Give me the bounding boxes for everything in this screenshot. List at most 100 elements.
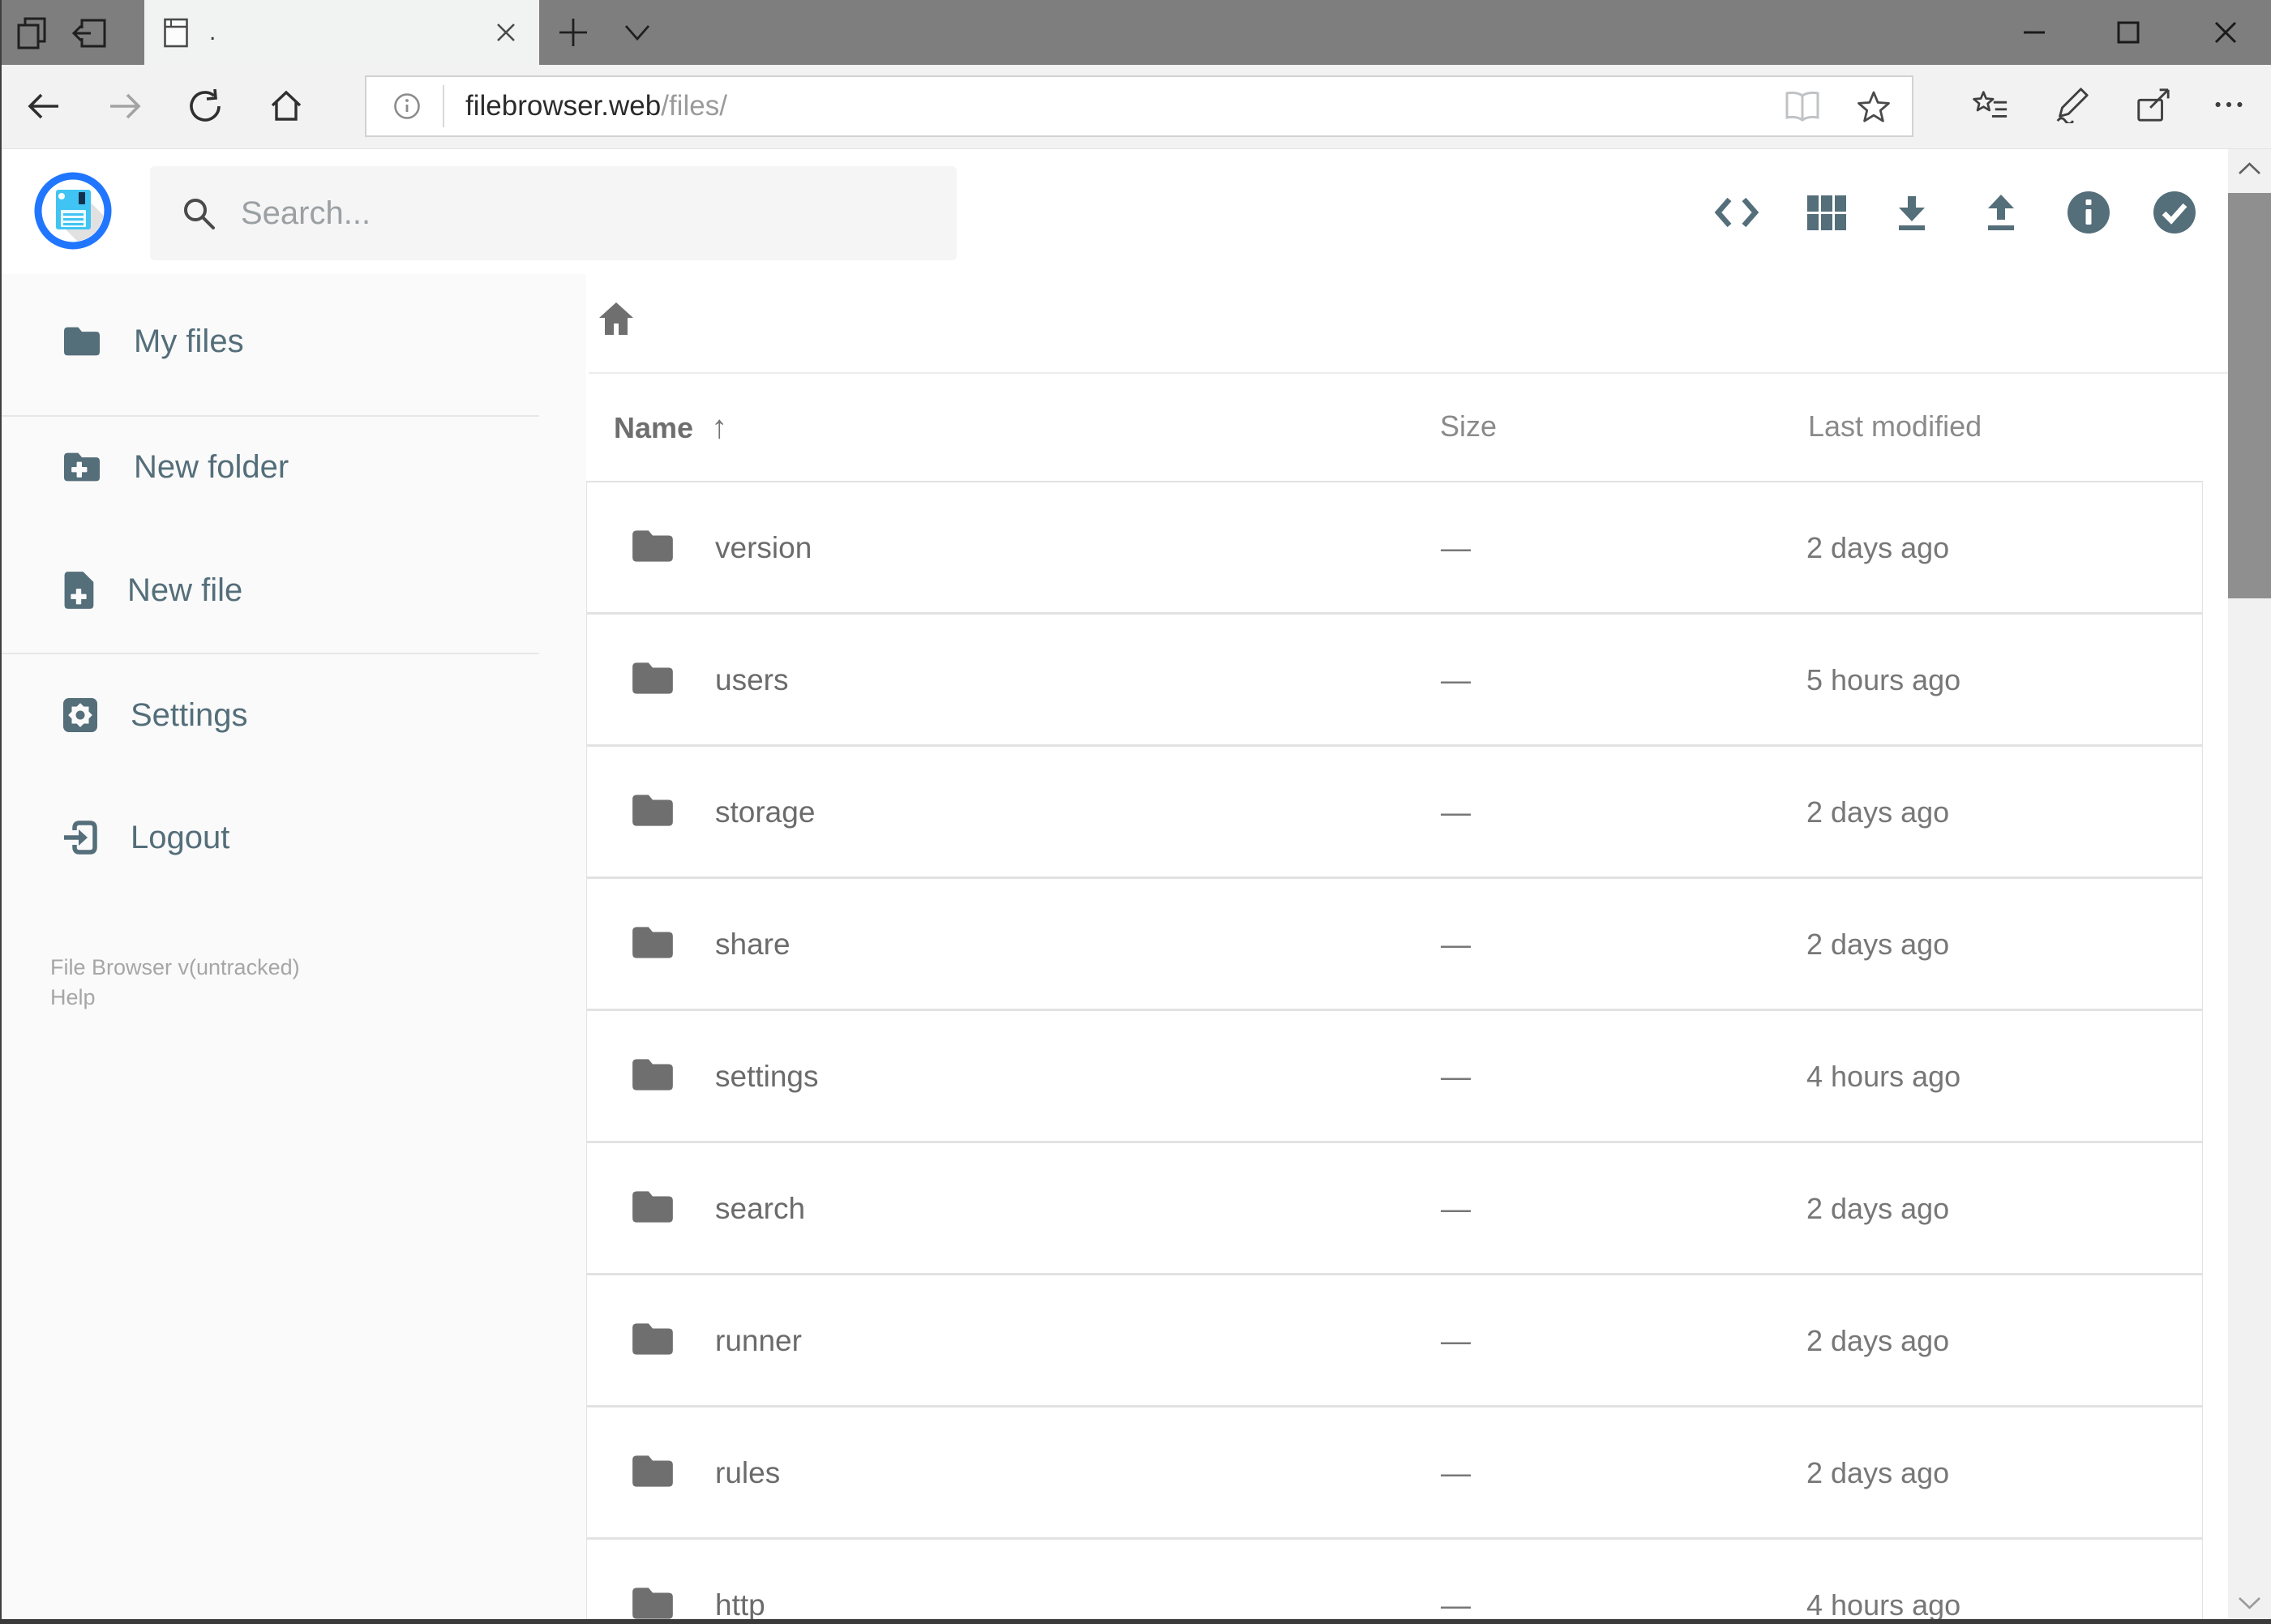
settings-icon	[63, 698, 97, 732]
more-button[interactable]	[2210, 86, 2247, 123]
hub-star-icon	[1973, 91, 2007, 118]
breadcrumb-divider	[589, 372, 2228, 374]
new-tab-button[interactable]	[555, 14, 592, 51]
search-box[interactable]	[150, 166, 957, 260]
sidebar-divider	[0, 653, 539, 654]
grid-view-icon	[1807, 195, 1846, 230]
sidebar-item-new-folder[interactable]: New folder	[0, 440, 586, 494]
file-modified: 2 days ago	[1806, 928, 1950, 961]
download-button[interactable]	[1889, 190, 1935, 235]
file-modified: 5 hours ago	[1806, 663, 1961, 696]
code-icon	[1714, 197, 1759, 228]
scroll-up-icon[interactable]	[2236, 161, 2263, 177]
set-tabs-aside-icon	[71, 19, 106, 48]
column-header-name[interactable]: Name ↑	[614, 409, 727, 446]
column-header-modified[interactable]: Last modified	[1808, 409, 1982, 443]
sidebar-item-label: New folder	[134, 448, 289, 485]
close-icon	[2214, 21, 2237, 44]
file-size: —	[1441, 663, 1471, 696]
file-name: settings	[715, 1060, 819, 1093]
shell-button[interactable]	[1714, 190, 1759, 235]
site-info-icon[interactable]	[392, 92, 422, 121]
file-row[interactable]: search — 2 days ago	[587, 1143, 2202, 1273]
plus-icon	[559, 19, 587, 46]
scrollbar-thumb[interactable]	[2228, 193, 2271, 598]
file-row[interactable]: share — 2 days ago	[587, 879, 2202, 1009]
folder-icon	[64, 327, 100, 356]
sort-ascending-icon: ↑	[711, 409, 728, 445]
window-bottom-edge	[0, 1619, 2271, 1624]
app-version-text: File Browser v(untracked)	[50, 955, 300, 979]
file-row[interactable]: version — 2 days ago	[587, 482, 2202, 612]
forward-button[interactable]	[107, 88, 144, 125]
folder-icon	[632, 1323, 673, 1355]
chevron-down-icon	[624, 25, 650, 41]
folder-icon	[632, 1588, 673, 1619]
tab-list-button[interactable]	[619, 21, 655, 45]
forward-icon	[110, 93, 141, 119]
select-multiple-button[interactable]	[2152, 190, 2197, 235]
info-button[interactable]	[2066, 190, 2111, 235]
file-size: —	[1441, 1588, 1471, 1622]
set-tabs-aside-button[interactable]	[71, 15, 109, 52]
page-scrollbar[interactable]	[2228, 149, 2271, 1624]
file-modified: 2 days ago	[1806, 795, 1950, 829]
browser-tab[interactable]: .	[144, 0, 539, 65]
file-row[interactable]: settings — 4 hours ago	[587, 1011, 2202, 1141]
file-row[interactable]: http — 4 hours ago	[587, 1540, 2202, 1624]
reading-view-icon[interactable]	[1784, 90, 1821, 122]
file-size: —	[1441, 1456, 1471, 1489]
file-row[interactable]: users — 5 hours ago	[587, 615, 2202, 744]
annotate-button[interactable]	[2053, 86, 2090, 123]
filebrowser-logo[interactable]	[34, 172, 112, 250]
folder-icon	[632, 1059, 673, 1091]
close-window-button[interactable]	[2189, 0, 2262, 65]
sidebar-item-label: Settings	[131, 696, 248, 733]
url-path: /files/	[661, 90, 727, 122]
home-button[interactable]	[268, 88, 305, 125]
pen-icon	[2056, 88, 2089, 123]
tab-preview-button[interactable]	[15, 15, 52, 52]
upload-button[interactable]	[1978, 190, 2024, 235]
folder-icon	[632, 795, 673, 826]
refresh-button[interactable]	[186, 88, 224, 125]
file-name: rules	[715, 1456, 781, 1489]
file-row[interactable]: runner — 2 days ago	[587, 1275, 2202, 1405]
minimize-icon	[2024, 31, 2045, 34]
folder-icon	[632, 927, 673, 958]
search-icon	[184, 199, 215, 229]
sidebar-item-my-files[interactable]: My files	[0, 315, 586, 368]
favorite-star-icon[interactable]	[1857, 89, 1891, 123]
sidebar-item-new-file[interactable]: New file	[0, 563, 586, 617]
page-icon	[164, 18, 188, 48]
file-row[interactable]: rules — 2 days ago	[587, 1408, 2202, 1537]
file-size: —	[1441, 795, 1471, 829]
logout-icon	[64, 821, 97, 855]
switch-view-button[interactable]	[1803, 190, 1849, 235]
share-icon	[2137, 88, 2170, 122]
download-icon	[1899, 196, 1925, 230]
sidebar-item-label: New file	[127, 572, 243, 608]
breadcrumb-home-icon[interactable]	[598, 300, 635, 337]
file-row[interactable]: storage — 2 days ago	[587, 747, 2202, 876]
address-bar[interactable]: filebrowser.web/files/	[365, 75, 1913, 137]
sidebar-item-logout[interactable]: Logout	[0, 811, 586, 864]
file-name: runner	[715, 1324, 802, 1357]
browser-window: . filebrowser.web/files/ Search... My fi…	[0, 0, 2271, 1624]
file-name: share	[715, 928, 791, 961]
maximize-button[interactable]	[2092, 0, 2165, 65]
share-button[interactable]	[2134, 86, 2171, 123]
folder-icon	[632, 662, 673, 694]
back-button[interactable]	[24, 88, 62, 125]
search-input[interactable]	[239, 194, 957, 233]
file-name: version	[715, 531, 812, 564]
favorites-hub-button[interactable]	[1972, 86, 2009, 123]
tab-close-icon[interactable]	[494, 20, 518, 45]
scroll-down-icon[interactable]	[2236, 1595, 2263, 1611]
sidebar-item-settings[interactable]: Settings	[0, 688, 586, 742]
file-modified: 2 days ago	[1806, 1456, 1950, 1489]
help-link[interactable]: Help	[50, 985, 96, 1010]
file-list: version — 2 days ago users — 5 hours ago…	[586, 481, 2203, 1624]
minimize-button[interactable]	[1998, 0, 2071, 65]
column-header-size[interactable]: Size	[1440, 409, 1497, 443]
